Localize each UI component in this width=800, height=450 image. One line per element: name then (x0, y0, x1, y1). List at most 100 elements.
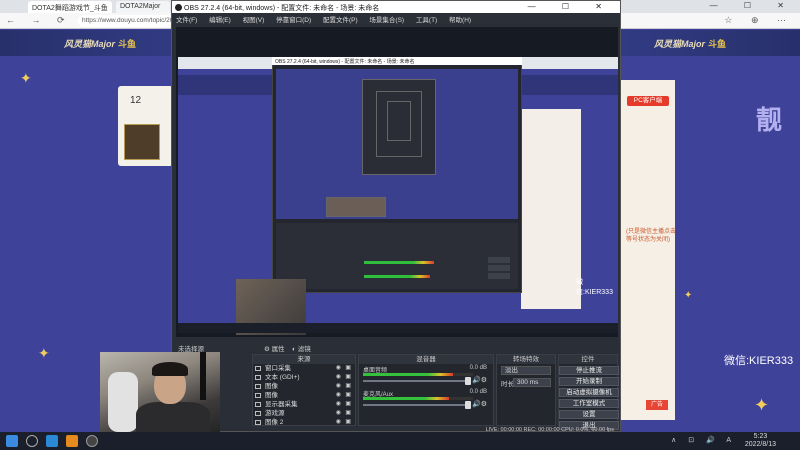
preview-side-panel (521, 109, 581, 309)
star-icon: ✦ (38, 345, 50, 361)
lock-icon[interactable]: ▣ (345, 418, 351, 427)
source-label: 图像 2 (265, 419, 284, 426)
browser-tab-1[interactable]: DOTA2舞蹈游戏节_斗鱼 (28, 1, 112, 13)
search-icon[interactable] (26, 435, 38, 447)
webcam-overlay (100, 352, 220, 442)
settings-button[interactable]: 设置 (559, 410, 619, 419)
obs-titlebar: OBS 27.2.4 (64-bit, windows) - 配置文件: 未命名… (172, 1, 620, 13)
channel-db: 0.0 dB (469, 389, 487, 395)
source-item[interactable]: 图像 ◉ ▣ (253, 391, 355, 400)
filters-button[interactable]: ◐ 滤镜 (292, 343, 311, 353)
window-capture-icon (255, 366, 261, 371)
window-controls[interactable]: — ☐ ✕ (710, 1, 796, 10)
lock-icon[interactable]: ▣ (345, 391, 351, 400)
source-item[interactable]: 图像 2 ◉ ▣ (253, 418, 355, 427)
banner-logo-right: 风灵猫Major (654, 39, 706, 49)
transition-select[interactable]: 淡出 (501, 366, 551, 375)
volume-slider[interactable] (363, 401, 471, 409)
speaker-icon[interactable]: 🔊⚙ (472, 376, 487, 384)
app-icon[interactable] (66, 435, 78, 447)
source-item[interactable]: 文本 (GDI+) ◉ ▣ (253, 373, 355, 382)
menu-view[interactable]: 视图(V) (243, 17, 265, 24)
source-label: 显示器采集 (265, 401, 298, 408)
menu-edit[interactable]: 编辑(E) (209, 17, 231, 24)
pc-client-button[interactable]: PC客户端 (627, 96, 669, 106)
preview-watermark: 微信:KIER333 (576, 279, 613, 296)
star-icon: ✦ (684, 290, 693, 301)
room-card-number: 12 (130, 95, 142, 106)
menu-tools[interactable]: 工具(T) (416, 17, 437, 24)
preview-control-button (488, 273, 510, 279)
audio-meter-fill (363, 373, 454, 376)
preview-control-button (488, 265, 510, 271)
studio-mode-button[interactable]: 工作室模式 (559, 399, 619, 408)
mixer-dock: 混音器 桌面音频 0.0 dB 🔊⚙ 麦克风/Aux 0.0 dB 🔊⚙ (358, 354, 494, 426)
menu-docks[interactable]: 停靠窗口(D) (276, 17, 311, 24)
mixer-header: 混音器 (359, 355, 493, 364)
virtual-camera-button[interactable]: 启动虚拟摄像机 (559, 388, 619, 397)
system-tray[interactable]: ∧ ⊡ 🔊 A (671, 436, 736, 444)
room-avatar[interactable] (124, 124, 160, 160)
star-icon: ✦ (754, 395, 770, 415)
taskbar-clock[interactable]: 5:23 2022/8/13 (745, 433, 776, 449)
start-recording-button[interactable]: 开始录制 (559, 377, 619, 386)
volume-slider-knob[interactable] (465, 401, 471, 409)
obs-window: OBS 27.2.4 (64-bit, windows) - 配置文件: 未命名… (171, 0, 621, 433)
menu-scene-collection[interactable]: 场景集合(S) (369, 17, 404, 24)
sources-header: 来源 (253, 355, 355, 364)
menu-help[interactable]: 帮助(H) (449, 17, 471, 24)
lock-icon[interactable]: ▣ (345, 400, 351, 409)
windows-start-icon[interactable] (6, 435, 18, 447)
browser-toolbar-icons[interactable]: ☆ ⊕ ⋯ (724, 15, 794, 26)
edge-icon[interactable] (46, 435, 58, 447)
preview-meter (364, 261, 434, 264)
gamepad-icon (255, 411, 261, 416)
source-item[interactable]: 显示器采集 ◉ ▣ (253, 400, 355, 409)
ad-button[interactable]: 广告 (646, 400, 668, 410)
obs-taskbar-icon[interactable] (86, 435, 98, 447)
volume-slider-knob[interactable] (465, 377, 471, 385)
source-item[interactable]: 图像 ◉ ▣ (253, 382, 355, 391)
menu-file[interactable]: 文件(F) (176, 17, 197, 24)
stop-streaming-button[interactable]: 停止推流 (559, 366, 619, 375)
browser-tab-2[interactable]: DOTA2Major (116, 1, 170, 13)
channel-db: 0.0 dB (469, 365, 487, 371)
eye-icon[interactable]: ◉ (336, 391, 341, 400)
properties-button[interactable]: ⚙ 属性 (264, 343, 285, 353)
duration-field[interactable]: 300 ms (513, 378, 551, 387)
lock-icon[interactable]: ▣ (345, 409, 351, 418)
preview-obs-title: OBS 27.2.4 (64-bit, windows) - 配置文件: 未命名… (272, 57, 522, 65)
obs-logo-icon (175, 4, 182, 11)
preview-mini-cam (326, 197, 386, 217)
eye-icon[interactable]: ◉ (336, 400, 341, 409)
obs-window-controls[interactable]: — ☐ ✕ (528, 2, 614, 11)
obs-title-text: OBS 27.2.4 (64-bit, windows) - 配置文件: 未命名… (184, 5, 380, 12)
source-label: 文本 (GDI+) (265, 374, 300, 381)
lock-icon[interactable]: ▣ (345, 382, 351, 391)
source-item[interactable]: 游戏源 ◉ ▣ (253, 409, 355, 418)
room-card[interactable]: 12 (118, 86, 173, 166)
speaker-icon[interactable]: 🔊⚙ (472, 400, 487, 408)
url-field[interactable]: https://www.douyu.com/topic/2022 (78, 15, 172, 27)
clock-date: 2022/8/13 (744, 441, 776, 448)
streamer-hair (152, 362, 188, 376)
volume-slider[interactable] (363, 377, 471, 385)
eye-icon[interactable]: ◉ (336, 364, 341, 373)
eye-icon[interactable]: ◉ (336, 373, 341, 382)
transition-select-row: 淡出 (497, 364, 555, 376)
eye-icon[interactable]: ◉ (336, 382, 341, 391)
menu-profile[interactable]: 配置文件(P) (323, 17, 358, 24)
mixer-channel: 麦克风/Aux 0.0 dB 🔊⚙ (359, 388, 493, 412)
lock-icon[interactable]: ▣ (345, 373, 351, 382)
eye-icon[interactable]: ◉ (336, 418, 341, 427)
side-text-2: 等号状态为关闭) (626, 237, 670, 243)
lock-icon[interactable]: ▣ (345, 364, 351, 373)
controls-dock: 控件 停止推流 开始录制 启动虚拟摄像机 工作室模式 设置 退出 (558, 354, 619, 430)
audio-meter (363, 397, 473, 400)
recursive-preview (387, 101, 411, 141)
eye-icon[interactable]: ◉ (336, 409, 341, 418)
source-item[interactable]: 窗口采集 ◉ ▣ (253, 364, 355, 373)
banner-logo-accent-right: 斗鱼 (708, 39, 727, 49)
obs-preview[interactable]: OBS 27.2.4 (64-bit, windows) - 配置文件: 未命名… (176, 27, 618, 337)
controls-header: 控件 (559, 355, 617, 364)
